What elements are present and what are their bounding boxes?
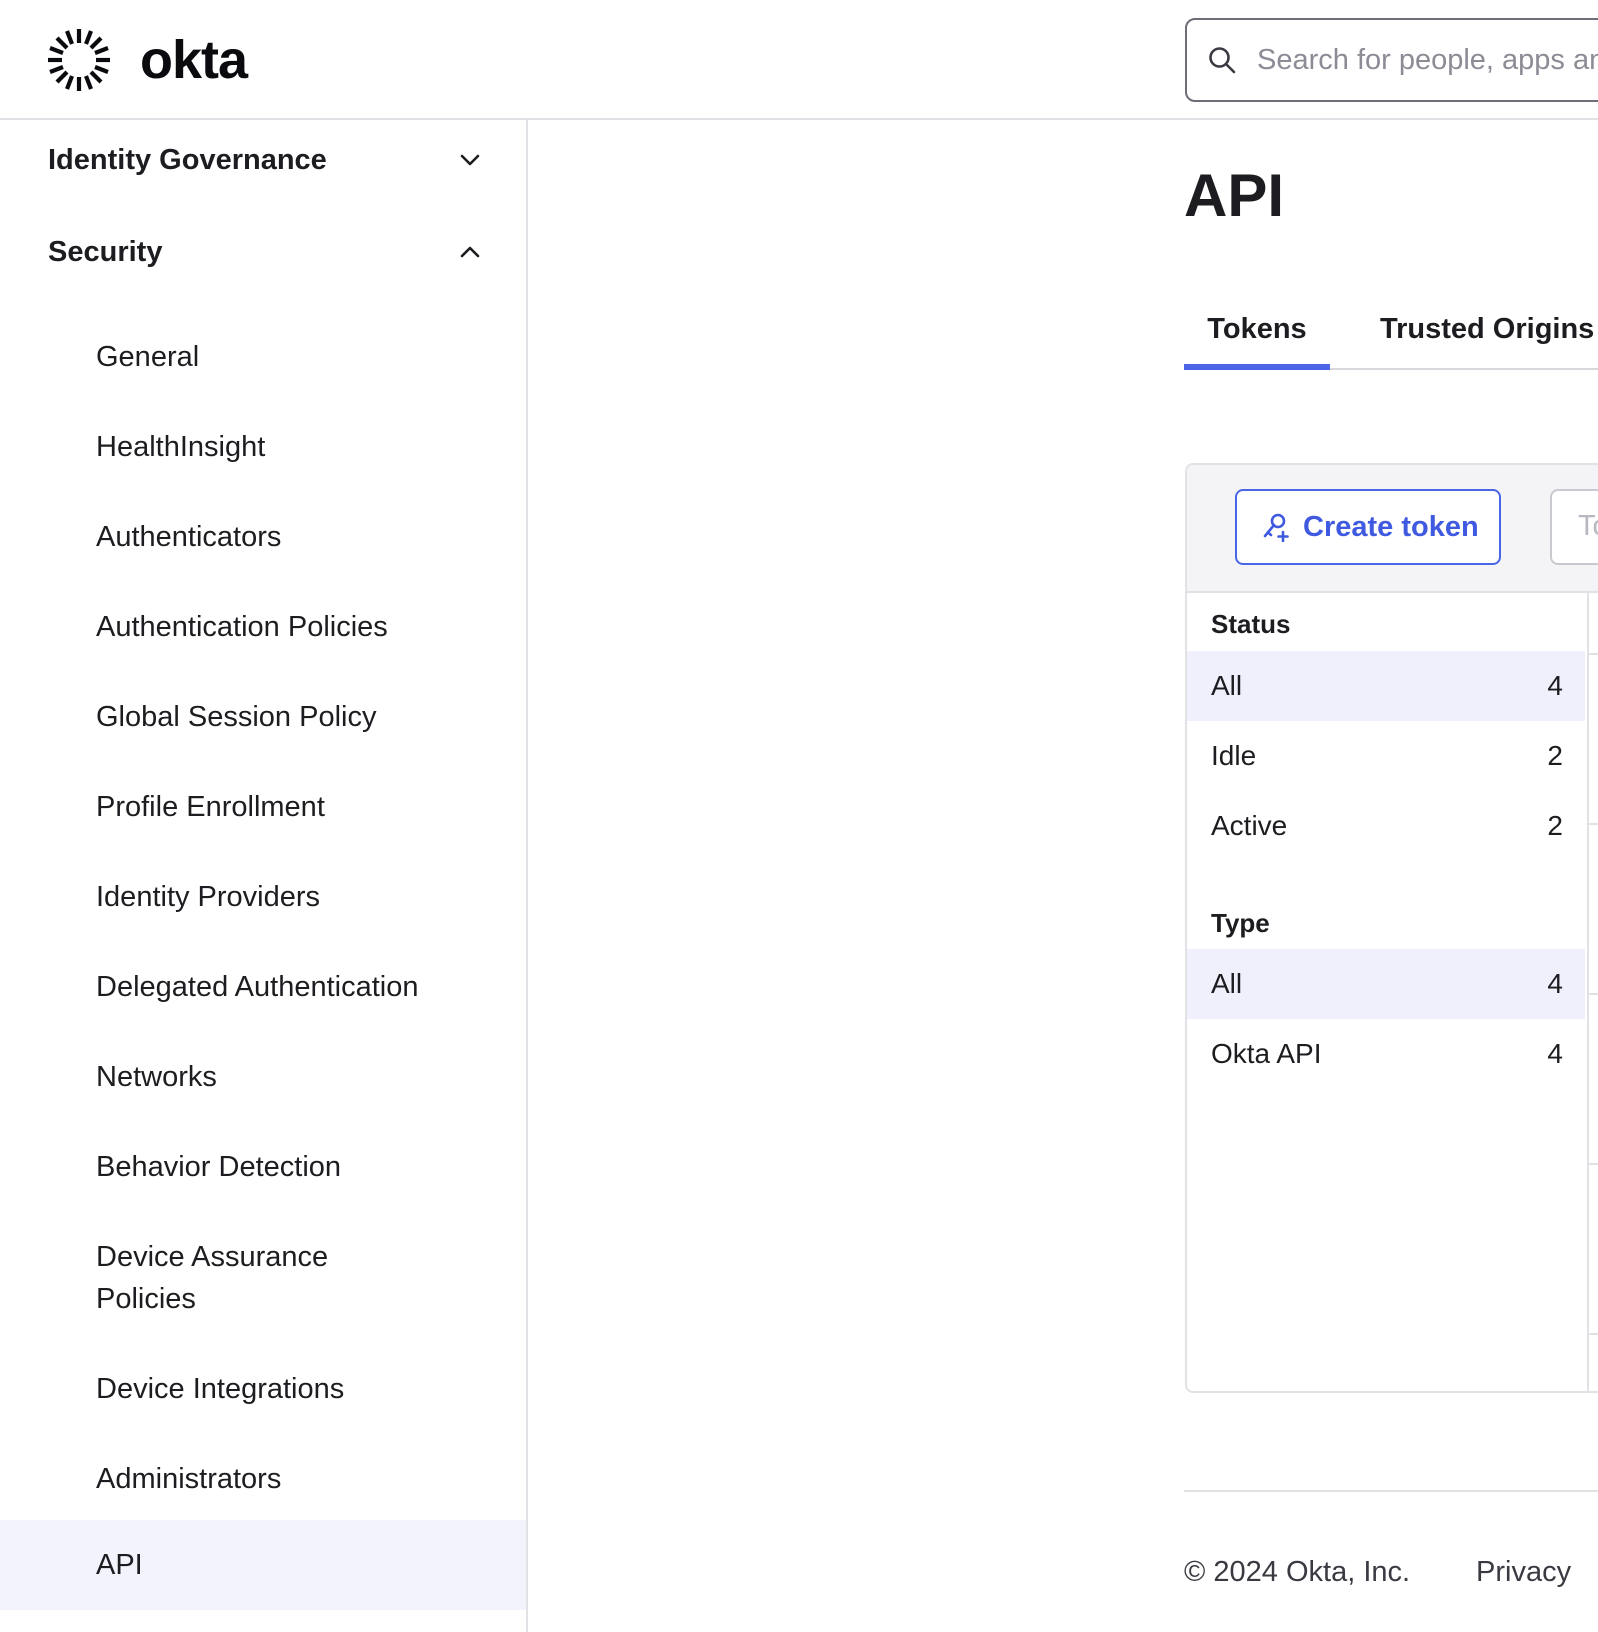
sidebar-section-identity-governance[interactable]: Identity Governance [0, 120, 526, 200]
token-search-field[interactable] [1550, 489, 1598, 565]
sidebar-item-api[interactable]: API [0, 1520, 526, 1610]
sidebar-item-networks[interactable]: Networks [0, 1032, 526, 1122]
okta-wordmark: okta [140, 30, 248, 90]
sidebar-item-label: Behavior Detection [96, 1151, 342, 1183]
facet-count: 2 [1547, 810, 1563, 841]
sidebar-item-label: Device Integrations [96, 1373, 345, 1405]
status-filter-active[interactable]: Active 2 [1187, 791, 1585, 861]
row-divider [1587, 1333, 1598, 1335]
facet-name: Active [1211, 810, 1288, 841]
tab-bar: Tokens Trusted Origins [1184, 290, 1598, 370]
facet-count: 2 [1547, 740, 1563, 771]
sidebar-item-label: Global Session Policy [96, 701, 377, 733]
status-filter-title: Status [1211, 609, 1291, 639]
facet-count: 4 [1547, 968, 1563, 999]
filter-sidebar: Status All 4 Idle 2 Active 2 Type All 4 … [1187, 593, 1589, 1391]
search-icon [1209, 47, 1236, 74]
create-token-label: Create token [1303, 510, 1479, 543]
sidebar-item-authenticators[interactable]: Authenticators [0, 492, 526, 582]
row-divider [1587, 993, 1598, 995]
sidebar-item-authentication-policies[interactable]: Authentication Policies [0, 582, 526, 672]
sidebar-item-label: Authentication Policies [96, 611, 388, 643]
sidebar-item-device-assurance-policies[interactable]: Device Assurance Policies [0, 1212, 526, 1344]
row-divider [1587, 653, 1598, 655]
row-divider [1587, 1163, 1598, 1165]
sidebar-item-healthinsight[interactable]: HealthInsight [0, 402, 526, 492]
sidebar-item-label: Administrators [96, 1463, 282, 1495]
token-search-input[interactable] [1576, 509, 1598, 544]
sidebar-item-identity-providers[interactable]: Identity Providers [0, 852, 526, 942]
sidebar-item-profile-enrollment[interactable]: Profile Enrollment [0, 762, 526, 852]
footer-privacy-link[interactable]: Privacy [1476, 1556, 1571, 1589]
sidebar-item-label: HealthInsight [96, 431, 266, 463]
sidebar-item-label: Profile Enrollment [96, 791, 325, 823]
sidebar-item-label: Authenticators [96, 521, 282, 553]
sidebar-item-label: API [96, 1549, 143, 1581]
search-input[interactable] [1255, 42, 1598, 78]
okta-logo[interactable]: okta [46, 28, 248, 92]
tab-tokens[interactable]: Tokens [1184, 290, 1330, 370]
key-plus-icon [1263, 513, 1289, 542]
facet-name: All [1211, 670, 1243, 701]
status-filter-all[interactable]: All 4 [1187, 651, 1585, 721]
footer-copyright: © 2024 Okta, Inc. [1184, 1556, 1411, 1588]
row-divider [1587, 823, 1598, 825]
sidebar-item-label: Identity Providers [96, 881, 321, 913]
page-title: API [1184, 162, 1285, 229]
facet-name: Okta API [1211, 1038, 1322, 1069]
okta-sunburst-icon [48, 29, 110, 91]
panel-toolbar: Create token [1187, 465, 1598, 593]
sidebar-item-label: Delegated Authentication [96, 971, 419, 1003]
type-filter-okta-api[interactable]: Okta API 4 [1187, 1019, 1585, 1089]
tokens-panel: Create token Status All 4 Idle 2 Active … [1185, 463, 1598, 1393]
sidebar-item-label: Device Assurance Policies [96, 1241, 329, 1315]
sidebar-item-label: General [96, 341, 200, 373]
top-header: okta [0, 0, 1598, 120]
status-filter-idle[interactable]: Idle 2 [1187, 721, 1585, 791]
sidebar-item-behavior-detection[interactable]: Behavior Detection [0, 1122, 526, 1212]
facet-name: Idle [1211, 740, 1257, 771]
sidebar-section-label: Security [48, 235, 163, 268]
sidebar-item-general[interactable]: General [0, 312, 526, 402]
sidebar-item-delegated-authentication[interactable]: Delegated Authentication [0, 942, 526, 1032]
facet-name: All [1211, 968, 1243, 999]
sidebar-item-global-session-policy[interactable]: Global Session Policy [0, 672, 526, 762]
type-filter-all[interactable]: All 4 [1187, 949, 1585, 1019]
type-filter-title: Type [1211, 908, 1270, 938]
facet-count: 4 [1547, 1038, 1563, 1069]
global-search[interactable] [1185, 18, 1598, 102]
table-row-dividers [1587, 593, 1598, 1391]
tab-trusted-origins[interactable]: Trusted Origins [1380, 290, 1594, 368]
sidebar-nav: Identity Governance Security General Hea… [0, 120, 528, 1632]
sidebar-item-label: Networks [96, 1061, 217, 1093]
sidebar-section-label: Identity Governance [48, 143, 327, 176]
sidebar-item-device-integrations[interactable]: Device Integrations [0, 1344, 526, 1434]
facet-count: 4 [1547, 670, 1563, 701]
chevron-down-icon [460, 154, 480, 166]
create-token-button[interactable]: Create token [1235, 489, 1501, 565]
chevron-up-icon [460, 246, 480, 258]
sidebar-item-administrators[interactable]: Administrators [0, 1434, 526, 1524]
footer-divider [1184, 1490, 1598, 1492]
sidebar-section-security[interactable]: Security [0, 212, 526, 292]
